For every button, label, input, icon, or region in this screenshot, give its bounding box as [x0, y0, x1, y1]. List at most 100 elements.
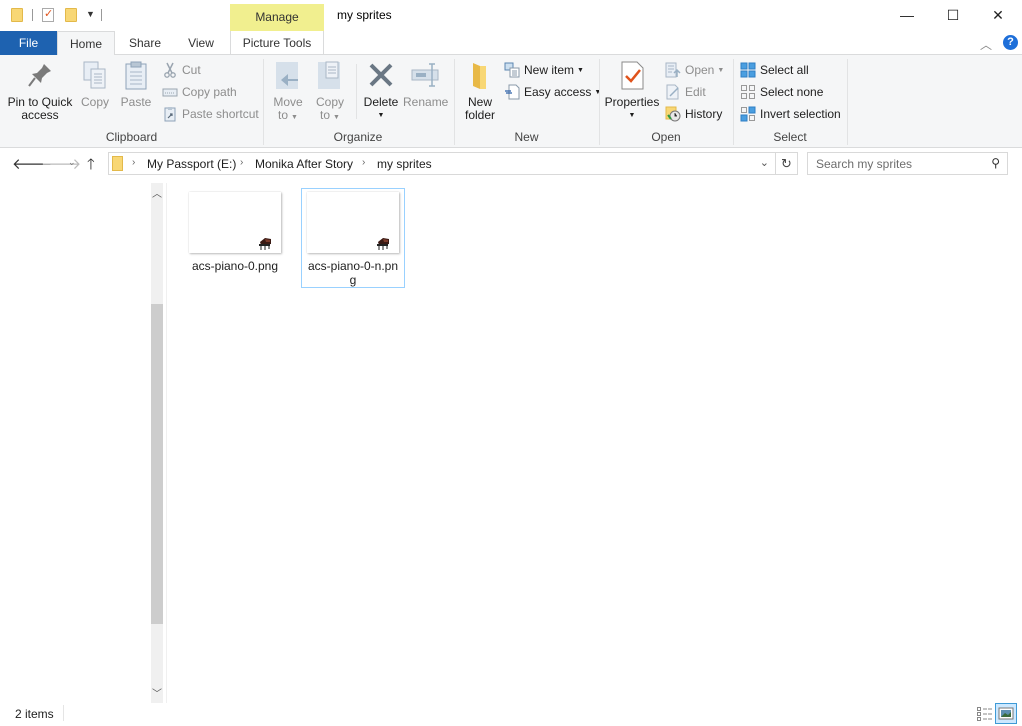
select-none-button[interactable]: Select none: [740, 82, 823, 102]
rename-label: Rename: [403, 95, 449, 109]
paste-label: Paste: [120, 95, 152, 109]
file-thumbnail: [307, 192, 399, 253]
search-input[interactable]: [816, 154, 986, 174]
scroll-up-arrow[interactable]: ︿: [151, 185, 163, 200]
breadcrumb-separator[interactable]: ›: [132, 157, 135, 168]
delete-button[interactable]: Delete ▼: [362, 59, 400, 122]
search-icon[interactable]: ⚲: [991, 156, 1000, 170]
collapse-ribbon-icon[interactable]: ︿: [980, 36, 992, 53]
copy-to-button[interactable]: Copy to ▼: [312, 59, 348, 124]
properties-label: Properties: [604, 95, 660, 109]
pin-label-line2: access: [21, 108, 59, 122]
pin-icon: [24, 59, 56, 91]
rename-button[interactable]: Rename: [403, 59, 449, 109]
move-to-button[interactable]: Move to ▼: [270, 59, 306, 124]
address-history-dropdown[interactable]: ⌄: [760, 156, 769, 169]
properties-dropdown-arrow[interactable]: ▼: [604, 109, 660, 122]
delete-dropdown-arrow[interactable]: ▼: [362, 109, 400, 122]
pin-to-quick-access-button[interactable]: Pin to Quick access: [5, 59, 75, 122]
properties-button[interactable]: Properties ▼: [604, 59, 660, 122]
tab-home[interactable]: Home: [57, 31, 115, 56]
file-item[interactable]: acs-piano-0.png: [183, 188, 287, 288]
recent-locations-dropdown[interactable]: ⌄: [68, 157, 76, 168]
cut-button[interactable]: Cut: [162, 60, 201, 80]
customize-toolbar-dropdown[interactable]: ▼: [86, 9, 95, 19]
paste-icon: [120, 59, 152, 91]
cut-label: Cut: [182, 63, 201, 77]
scroll-down-arrow[interactable]: ﹀: [151, 685, 163, 700]
open-icon: [665, 62, 681, 78]
tab-picture-tools[interactable]: Picture Tools: [230, 31, 324, 55]
minimize-button[interactable]: —: [884, 0, 930, 30]
breadcrumb-monika-after-story[interactable]: Monika After Story: [255, 157, 353, 171]
tab-view[interactable]: View: [174, 31, 228, 55]
maximize-button[interactable]: ☐: [930, 0, 976, 30]
close-button[interactable]: ✕: [975, 0, 1021, 30]
copy-to-icon: [314, 59, 346, 91]
refresh-button[interactable]: ↻: [776, 152, 798, 175]
open-group-label: Open: [651, 130, 681, 144]
ribbon: Pin to Quick access Copy Paste Cut Copy …: [0, 55, 1022, 148]
history-button[interactable]: History: [665, 104, 722, 124]
clipboard-group-label: Clipboard: [105, 130, 158, 144]
tab-share[interactable]: Share: [118, 31, 172, 55]
file-name: acs-piano-0.png: [191, 259, 279, 273]
search-box[interactable]: ⚲: [807, 152, 1008, 175]
delete-label: Delete: [363, 95, 399, 109]
open-button[interactable]: Open ▼: [665, 60, 724, 80]
up-button[interactable]: 🡑: [87, 154, 95, 179]
file-item[interactable]: acs-piano-0-n.png: [301, 188, 405, 288]
invert-selection-icon: [740, 106, 756, 122]
breadcrumb-my-sprites[interactable]: my sprites: [377, 157, 432, 171]
scrollbar-thumb[interactable]: [151, 304, 163, 624]
organize-group-label: Organize: [333, 130, 383, 144]
copy-to-label-line2: to ▼: [320, 108, 340, 122]
edit-icon: [665, 84, 681, 100]
edit-label: Edit: [685, 85, 706, 99]
easy-access-icon: [504, 84, 520, 100]
paste-shortcut-button[interactable]: Paste shortcut: [162, 104, 259, 124]
breadcrumb-separator[interactable]: ›: [240, 157, 243, 168]
group-divider: [356, 64, 357, 119]
new-item-button[interactable]: New item ▼: [504, 60, 584, 80]
breadcrumb-my-passport[interactable]: My Passport (E:): [147, 157, 236, 171]
easy-access-label: Easy access: [524, 85, 592, 99]
new-folder-button[interactable]: New folder: [460, 59, 500, 122]
scissors-icon: [162, 62, 178, 78]
copy-icon: [79, 59, 111, 91]
title-bar: ▼ — ☐ ✕: [0, 0, 1022, 31]
item-count-status: 2 items: [15, 707, 54, 721]
breadcrumb-separator[interactable]: ›: [362, 157, 365, 168]
history-label: History: [685, 107, 723, 121]
new-folder-label-line2: folder: [464, 108, 496, 122]
ribbon-tabs: File Home Share View Picture Tools: [0, 31, 1022, 56]
invert-selection-button[interactable]: Invert selection: [740, 104, 841, 124]
copy-button[interactable]: Copy: [77, 59, 113, 109]
details-view-button[interactable]: [976, 706, 994, 722]
paste-button[interactable]: Paste: [117, 59, 155, 109]
properties-icon[interactable]: [42, 7, 54, 22]
details-view-icon: [977, 707, 992, 721]
help-icon[interactable]: ?: [1003, 35, 1018, 50]
select-all-button[interactable]: Select all: [740, 60, 809, 80]
select-group-label: Select: [773, 130, 807, 144]
toolbar-divider: [101, 9, 102, 21]
rename-icon: [409, 59, 441, 91]
folder-icon: [112, 156, 123, 171]
manage-tab[interactable]: Manage: [230, 4, 324, 31]
copy-path-button[interactable]: Copy path: [162, 82, 237, 102]
new-folder-icon[interactable]: [65, 8, 77, 22]
tab-file[interactable]: File: [0, 31, 57, 55]
new-item-icon: [504, 62, 520, 78]
pane-divider[interactable]: [166, 183, 167, 703]
edit-button[interactable]: Edit: [665, 82, 706, 102]
window-title: my sprites: [337, 8, 392, 22]
paste-shortcut-icon: [162, 106, 178, 122]
file-name: acs-piano-0-n.png: [307, 259, 399, 287]
easy-access-button[interactable]: Easy access ▼: [504, 82, 601, 102]
select-none-icon: [740, 84, 756, 100]
navigation-pane-scrollbar[interactable]: ︿ ﹀: [151, 183, 163, 703]
delete-x-icon: [365, 59, 397, 91]
large-icons-view-button[interactable]: [995, 703, 1017, 724]
address-bar[interactable]: › My Passport (E:) › Monika After Story …: [108, 152, 776, 175]
